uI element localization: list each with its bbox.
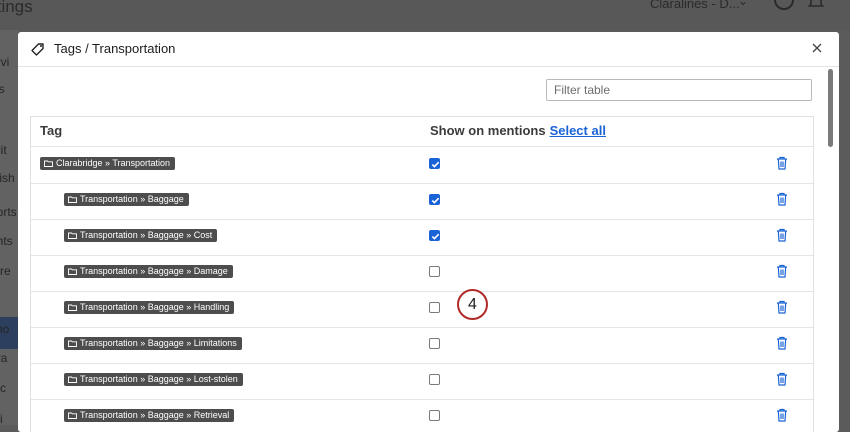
sidebar-nav-item[interactable]: ports — [0, 205, 17, 219]
tag-pill[interactable]: Transportation » Baggage » Damage — [64, 265, 233, 278]
table-row: Transportation » Baggage » Retrieval — [31, 399, 813, 432]
show-on-mentions-checkbox[interactable] — [429, 302, 440, 313]
folder-icon — [68, 232, 77, 239]
trash-icon[interactable] — [776, 408, 788, 427]
bell-icon[interactable] — [808, 0, 824, 10]
sidebar-nav-item[interactable]: ics — [0, 82, 5, 96]
sidebar-nav-item[interactable]: mi — [0, 412, 3, 425]
trash-icon[interactable] — [776, 300, 788, 319]
tag-label: Transportation » Baggage » Limitations — [80, 338, 237, 348]
show-on-mentions-label: Show on mentions — [430, 123, 546, 138]
sidebar-nav-item[interactable]: cho — [0, 322, 9, 336]
checkmark-icon — [431, 161, 440, 168]
show-on-mentions-checkbox[interactable] — [429, 410, 440, 421]
select-all-link[interactable]: Select all — [550, 123, 606, 138]
tag-label: Transportation » Baggage » Lost-stolen — [80, 374, 238, 384]
trash-icon[interactable] — [776, 156, 788, 175]
sidebar-nav-item[interactable]: gra — [0, 351, 7, 365]
tags-modal: Tags / Transportation Tag Show on mentio… — [18, 32, 839, 432]
show-on-mentions-checkbox[interactable] — [429, 158, 440, 169]
sidebar-nav-item[interactable]: olish — [0, 171, 15, 185]
tag-pill[interactable]: Transportation » Baggage » Lost-stolen — [64, 373, 243, 386]
table-row: Transportation » Baggage — [31, 183, 813, 220]
table-row: Transportation » Baggage » Limitations — [31, 327, 813, 364]
table-row: Transportation » Baggage » Cost — [31, 219, 813, 256]
folder-icon — [68, 376, 77, 383]
scrollbar[interactable] — [828, 69, 833, 147]
user-menu[interactable]: Claralines - D... — [650, 0, 740, 11]
app-sidebar: erviicsrsuritolishportsghtsfereschograta… — [0, 30, 18, 425]
tag-icon — [31, 43, 44, 56]
tag-pill[interactable]: Transportation » Baggage » Cost — [64, 229, 218, 242]
tag-pill[interactable]: Clarabridge » Transportation — [40, 157, 176, 170]
folder-icon — [68, 412, 77, 419]
table-header: Tag Show on mentions Select all — [31, 117, 813, 147]
table-row: Transportation » Baggage » Lost-stolen — [31, 363, 813, 400]
show-on-mentions-checkbox[interactable] — [429, 266, 440, 277]
sidebar-nav-item[interactable]: tac — [0, 381, 6, 395]
show-on-mentions-checkbox[interactable] — [429, 230, 440, 241]
tag-label: Transportation » Baggage » Handling — [80, 302, 230, 312]
app-header: ttings Claralines - D... ⌄ — [0, 0, 850, 30]
show-on-mentions-checkbox[interactable] — [429, 338, 440, 349]
folder-icon — [68, 304, 77, 311]
trash-icon[interactable] — [776, 192, 788, 211]
checkmark-icon — [431, 233, 440, 240]
show-on-mentions-checkbox[interactable] — [429, 374, 440, 385]
folder-icon — [68, 268, 77, 275]
sidebar-nav-item[interactable]: ervi — [0, 55, 9, 69]
modal-header: Tags / Transportation — [18, 32, 839, 67]
trash-icon[interactable] — [776, 336, 788, 355]
app-title: ttings — [0, 0, 33, 16]
tag-pill[interactable]: Transportation » Baggage » Retrieval — [64, 409, 235, 422]
chevron-down-icon[interactable]: ⌄ — [738, 0, 748, 8]
tag-label: Transportation » Baggage — [80, 194, 184, 204]
show-on-mentions-checkbox[interactable] — [429, 194, 440, 205]
table-row: Transportation » Baggage » Damage — [31, 255, 813, 292]
tag-label: Clarabridge » Transportation — [56, 158, 171, 168]
close-icon[interactable] — [810, 41, 824, 55]
table-row: Clarabridge » Transportation — [31, 147, 813, 184]
sidebar-nav-item[interactable]: fere — [0, 264, 11, 278]
sidebar-nav-item[interactable]: urit — [0, 143, 7, 157]
folder-icon — [68, 196, 77, 203]
tags-table: Tag Show on mentions Select all Clarabrid… — [30, 116, 814, 432]
sidebar-nav-item[interactable]: ghts — [0, 234, 13, 248]
tag-pill[interactable]: Transportation » Baggage — [64, 193, 189, 206]
table-row: Transportation » Baggage » Handling — [31, 291, 813, 328]
tag-pill[interactable]: Transportation » Baggage » Limitations — [64, 337, 242, 350]
filter-table-input[interactable] — [546, 79, 812, 101]
folder-icon — [68, 340, 77, 347]
trash-icon[interactable] — [776, 372, 788, 391]
column-header-show-on-mentions: Show on mentions Select all — [430, 123, 606, 138]
tag-pill[interactable]: Transportation » Baggage » Handling — [64, 301, 235, 314]
tag-label: Transportation » Baggage » Cost — [80, 230, 213, 240]
checkmark-icon — [431, 197, 440, 204]
info-icon[interactable] — [774, 0, 794, 10]
column-header-tag: Tag — [40, 123, 63, 138]
step-callout: 4 — [457, 289, 488, 320]
modal-title: Tags / Transportation — [54, 41, 176, 56]
step-number: 4 — [468, 295, 477, 313]
folder-icon — [44, 160, 53, 167]
trash-icon[interactable] — [776, 228, 788, 247]
trash-icon[interactable] — [776, 264, 788, 283]
tag-label: Transportation » Baggage » Damage — [80, 266, 228, 276]
tag-label: Transportation » Baggage » Retrieval — [80, 410, 230, 420]
